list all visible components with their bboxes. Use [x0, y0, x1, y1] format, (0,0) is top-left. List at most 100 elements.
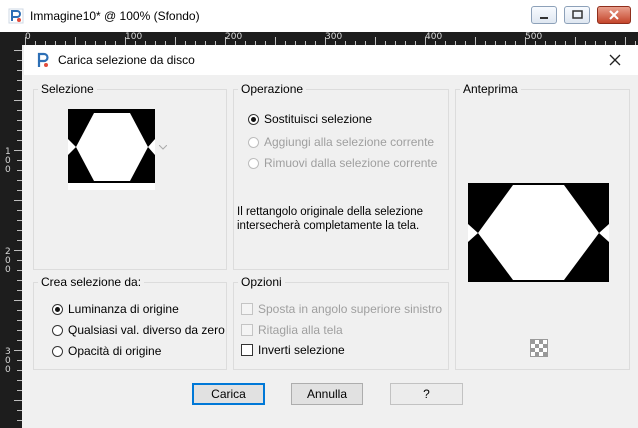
radio-button [248, 113, 259, 125]
ruler-tick [17, 60, 22, 61]
radio-button [52, 324, 63, 336]
window-title-bar: Immagine10* @ 100% (Sfondo) [0, 0, 638, 33]
ruler-tick [325, 37, 326, 45]
radio-label: Opacità di origine [68, 344, 162, 358]
radio-add-selection[interactable]: Aggiungi alla selezione corrente [248, 135, 434, 149]
ruler-tick [17, 190, 22, 191]
ruler-tick [17, 240, 22, 241]
ruler-tick [17, 110, 22, 111]
ruler-tick [14, 350, 22, 351]
dialog-title: Carica selezione da disco [58, 53, 195, 67]
ruler-tick [17, 130, 22, 131]
ruler-tick [125, 37, 126, 45]
options-group-label: Opzioni [238, 275, 285, 289]
app-icon [8, 8, 24, 24]
ruler-tick [17, 340, 22, 341]
ruler-tick [375, 37, 376, 45]
checkbox-label: Inverti selezione [258, 343, 345, 357]
ruler-tick [17, 390, 22, 391]
close-window-button[interactable] [597, 6, 631, 24]
ruler-tick [17, 270, 22, 271]
ruler-tick [17, 220, 22, 221]
selection-thumbnail[interactable] [68, 109, 155, 190]
ruler-tick [525, 37, 526, 45]
radio-remove-selection[interactable]: Rimuovi dalla selezione corrente [248, 156, 437, 170]
ruler-tick [17, 280, 22, 281]
checkbox-crop-to-canvas[interactable]: Ritaglia alla tela [241, 323, 343, 337]
ruler-tick [17, 160, 22, 161]
ruler-tick [17, 360, 22, 361]
dialog-app-icon [37, 52, 49, 67]
ruler-tick [625, 37, 626, 45]
dialog-close-button[interactable] [604, 49, 626, 71]
ruler-label: 300 [5, 347, 11, 375]
radio-button [52, 303, 63, 315]
help-button[interactable]: ? [390, 383, 463, 405]
radio-source-luminance[interactable]: Luminanza di origine [52, 302, 179, 316]
ruler-tick [17, 140, 22, 141]
ruler-tick [14, 150, 22, 151]
radio-button [248, 157, 259, 169]
ruler-tick [14, 300, 22, 301]
ruler-tick [17, 80, 22, 81]
cancel-button[interactable]: Annulla [291, 383, 363, 405]
minimize-icon [540, 17, 548, 19]
checkbox-invert-selection[interactable]: Inverti selezione [241, 343, 345, 357]
ruler-tick [14, 200, 22, 201]
ruler-tick [17, 120, 22, 121]
ruler-tick [17, 290, 22, 291]
ruler-label: 300 [325, 32, 343, 42]
checkbox [241, 324, 253, 336]
checkbox-label: Sposta in angolo superiore sinistro [258, 302, 443, 316]
ruler-tick [14, 50, 22, 51]
ruler-tick [425, 37, 426, 45]
close-icon [609, 10, 619, 20]
preview-image-graphic [468, 183, 609, 282]
ruler-label: 200 [225, 32, 243, 42]
radio-button [52, 345, 63, 357]
ruler-tick [17, 420, 22, 421]
ruler-tick [17, 310, 22, 311]
ruler-top: 0 100 200 300 400 500 [0, 32, 638, 45]
load-button[interactable]: Carica [192, 383, 265, 405]
dialog-title-bar: Carica selezione da disco [24, 45, 638, 75]
maximize-button[interactable] [564, 6, 590, 24]
chevron-down-icon[interactable] [159, 145, 167, 151]
ruler-tick [17, 410, 22, 411]
operation-group-label: Operazione [238, 82, 307, 96]
ruler-label: 100 [125, 32, 143, 42]
load-selection-dialog: Carica selezione da disco Selezione Oper… [24, 45, 638, 428]
preview-group-label: Anteprima [460, 82, 521, 96]
operation-info-text: Il rettangolo originale della selezione … [237, 206, 424, 232]
ruler-tick [17, 90, 22, 91]
ruler-tick [75, 37, 76, 45]
checkerboard-icon [531, 340, 547, 356]
minimize-button[interactable] [531, 6, 557, 24]
radio-replace-selection[interactable]: Sostituisci selezione [248, 112, 372, 126]
ruler-tick [17, 320, 22, 321]
ruler-tick [14, 400, 22, 401]
radio-source-opacity[interactable]: Opacità di origine [52, 344, 161, 358]
ruler-tick [225, 37, 226, 45]
ruler-left: 100 200 300 [0, 45, 22, 428]
ruler-tick [17, 70, 22, 71]
radio-any-nonzero[interactable]: Qualsiasi val. diverso da zero [52, 323, 225, 337]
radio-label: Luminanza di origine [68, 302, 179, 316]
ruler-tick [17, 230, 22, 231]
checkbox [241, 344, 253, 356]
ruler-tick [175, 37, 176, 45]
ruler-label: 100 [5, 147, 11, 175]
ruler-label: 500 [525, 32, 543, 42]
transparency-toggle-button[interactable] [530, 339, 548, 357]
radio-label: Qualsiasi val. diverso da zero [68, 323, 225, 337]
ruler-tick [575, 37, 576, 45]
ruler-tick [17, 370, 22, 371]
window-title: Immagine10* @ 100% (Sfondo) [30, 9, 200, 23]
checkbox-move-top-left[interactable]: Sposta in angolo superiore sinistro [241, 302, 442, 316]
preview-image [468, 183, 609, 282]
ruler-tick [275, 37, 276, 45]
ruler-tick [17, 210, 22, 211]
ruler-tick [17, 380, 22, 381]
ruler-tick [14, 100, 22, 101]
close-icon [609, 54, 621, 66]
